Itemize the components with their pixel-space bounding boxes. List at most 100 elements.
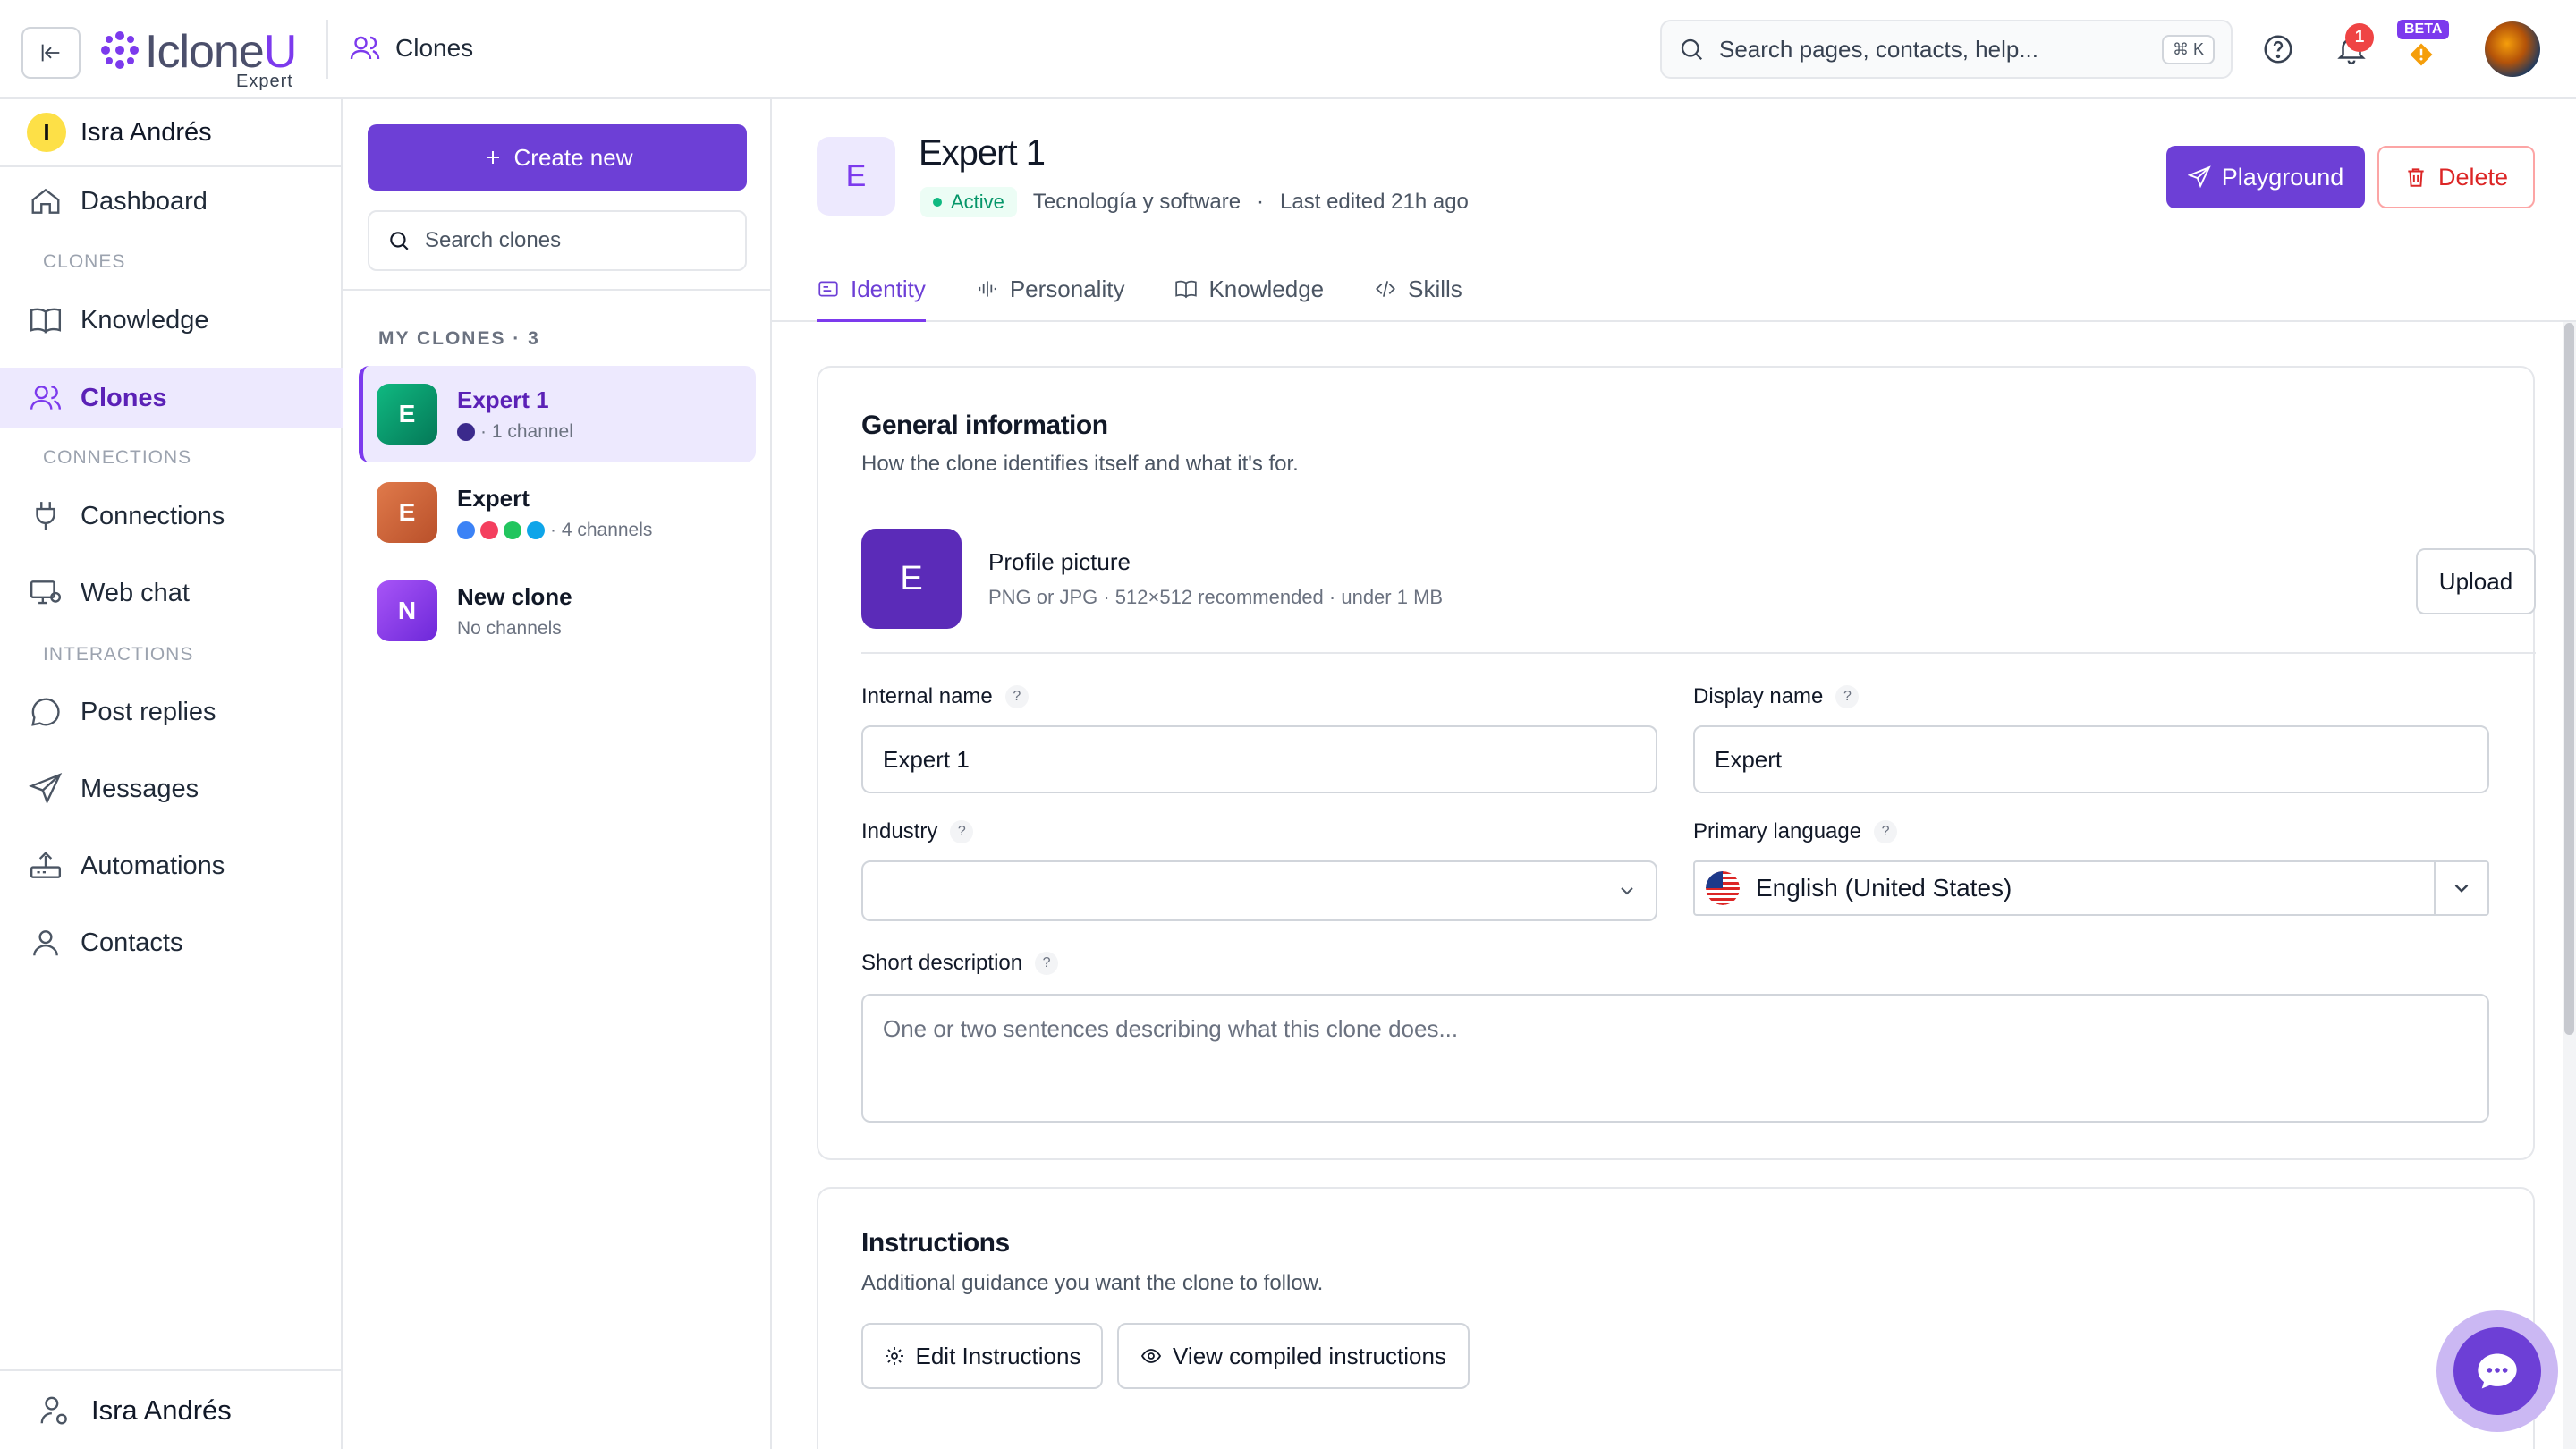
- waveform-icon: [979, 281, 996, 297]
- sidebar-item-clones[interactable]: Clones: [0, 368, 343, 428]
- upload-button[interactable]: Upload: [2416, 548, 2536, 614]
- sidebar-item-label: Web chat: [80, 578, 190, 607]
- channel-dot: [457, 422, 475, 441]
- logo-subtitle: Expert: [236, 72, 293, 91]
- help-tooltip-icon[interactable]: ?: [1035, 952, 1059, 975]
- general-info-card: General information How the clone identi…: [817, 366, 2536, 1160]
- tab-knowledge[interactable]: Knowledge: [1174, 257, 1324, 321]
- users-icon: [350, 36, 380, 60]
- sidebar-item-post-replies[interactable]: Post replies: [0, 682, 343, 742]
- sidebar-footer-name: Isra Andrés: [91, 1394, 232, 1426]
- beta-badge[interactable]: BETA: [2397, 20, 2450, 39]
- sidebar-footer-user[interactable]: Isra Andrés: [0, 1369, 343, 1449]
- send-icon: [2187, 165, 2211, 189]
- delete-button[interactable]: Delete: [2377, 146, 2535, 208]
- help-tooltip-icon[interactable]: ?: [1004, 685, 1029, 708]
- short-description-label: Short description ?: [861, 951, 1059, 976]
- profile-picture-avatar[interactable]: E: [861, 529, 962, 629]
- status-label: Active: [951, 191, 1004, 213]
- edit-instructions-label: Edit Instructions: [915, 1342, 1081, 1369]
- clone-avatar: E: [377, 384, 437, 445]
- sidebar-item-label: Messages: [80, 774, 199, 803]
- us-flag-icon: [1706, 871, 1740, 905]
- sidebar-item-label: Contacts: [80, 928, 183, 957]
- clone-avatar: E: [377, 482, 437, 543]
- nav-section-clones: CLONES: [43, 251, 126, 272]
- id-card-icon: [818, 281, 838, 297]
- user-avatar[interactable]: [2485, 21, 2540, 77]
- sidebar-item-dashboard[interactable]: Dashboard: [0, 171, 343, 232]
- channel-dot: [457, 521, 475, 539]
- clone-header-avatar: E: [817, 137, 895, 216]
- clone-name: Expert 1: [457, 386, 549, 413]
- edit-instructions-button[interactable]: Edit Instructions: [861, 1323, 1103, 1389]
- header-divider: [326, 20, 328, 79]
- help-tooltip-icon[interactable]: ?: [1874, 820, 1898, 843]
- field-label-text: Short description: [861, 951, 1023, 975]
- channel-dot: [504, 521, 521, 539]
- breadcrumb: Clones: [349, 32, 473, 64]
- help-button[interactable]: [2261, 32, 2295, 66]
- clone-name: Expert: [457, 484, 530, 512]
- chat-widget-button[interactable]: [2436, 1310, 2558, 1432]
- sidebar-item-connections[interactable]: Connections: [0, 486, 343, 547]
- create-new-button[interactable]: Create new: [368, 124, 747, 191]
- tab-personality[interactable]: Personality: [976, 257, 1125, 321]
- home-icon: [31, 188, 60, 214]
- internal-name-field[interactable]: Expert 1: [861, 725, 1657, 793]
- field-label-text: Primary language: [1693, 819, 1862, 843]
- scrollbar-thumb[interactable]: [2564, 323, 2574, 1035]
- clone-avatar: N: [377, 580, 437, 641]
- clone-list-item[interactable]: N New clone No channels: [359, 563, 756, 659]
- view-compiled-instructions-button[interactable]: View compiled instructions: [1117, 1323, 1470, 1389]
- last-edited-text: Last edited 21h ago: [1280, 190, 1469, 214]
- sidebar-item-automations[interactable]: Automations: [0, 835, 343, 896]
- delete-label: Delete: [2437, 163, 2509, 191]
- clone-list-item[interactable]: E Expert · 4 channels: [359, 464, 756, 561]
- sidebar-user-name: Isra Andrés: [80, 117, 212, 147]
- search-placeholder: Search pages, contacts, help...: [1719, 35, 2038, 63]
- collapse-sidebar-button[interactable]: [21, 27, 80, 79]
- logo-text: IcloneU: [145, 26, 297, 78]
- users-icon: [30, 386, 62, 410]
- clone-list-item[interactable]: E Expert 1 · 1 channel: [359, 366, 756, 462]
- trash-icon: [2408, 168, 2424, 187]
- industry-text: Tecnología y software: [1032, 190, 1241, 214]
- industry-select[interactable]: [861, 860, 1657, 921]
- playground-button[interactable]: Playground: [2166, 146, 2365, 208]
- clone-meta: No channels: [457, 618, 572, 640]
- display-name-field[interactable]: Expert: [1693, 725, 2489, 793]
- sidebar-item-knowledge[interactable]: Knowledge: [0, 290, 343, 351]
- sidebar-item-contacts[interactable]: Contacts: [0, 912, 343, 973]
- meta-separator: ·: [1257, 190, 1265, 214]
- clone-header: E Expert 1 Active Tecnología y software …: [772, 99, 2576, 322]
- primary-language-value: English (United States): [1756, 874, 2012, 902]
- notification-count-badge: 1: [2345, 23, 2374, 52]
- field-label-text: Display name: [1693, 684, 1824, 708]
- warning-icon: [2410, 43, 2433, 66]
- primary-language-select[interactable]: English (United States): [1693, 860, 2489, 916]
- short-description-textarea[interactable]: One or two sentences describing what thi…: [861, 994, 2489, 1123]
- chat-bubble-icon: [2478, 1353, 2517, 1389]
- tab-identity[interactable]: Identity: [817, 257, 926, 322]
- search-icon: [1681, 38, 1703, 61]
- field-label-text: Internal name: [861, 684, 993, 708]
- clone-search-placeholder: Search clones: [425, 228, 562, 252]
- language-dropdown-toggle[interactable]: [2434, 862, 2487, 914]
- sidebar-user[interactable]: I Isra Andrés: [0, 99, 343, 167]
- tab-label: Identity: [851, 275, 926, 302]
- tab-skills[interactable]: Skills: [1374, 257, 1462, 321]
- gear-icon: [885, 1347, 903, 1365]
- chevron-down-icon: [1621, 887, 1633, 895]
- status-dot: [933, 198, 942, 207]
- clone-search-input[interactable]: Search clones: [368, 210, 747, 271]
- tab-label: Personality: [1009, 275, 1125, 302]
- help-tooltip-icon[interactable]: ?: [1835, 685, 1860, 708]
- sidebar-item-messages[interactable]: Messages: [0, 758, 343, 819]
- help-tooltip-icon[interactable]: ?: [950, 820, 974, 843]
- global-search[interactable]: Search pages, contacts, help... ⌘ K: [1660, 20, 2233, 79]
- sidebar-item-label: Post replies: [80, 697, 216, 726]
- channel-dot: [480, 521, 498, 539]
- plus-icon: [486, 151, 499, 164]
- sidebar-item-web-chat[interactable]: Web chat: [0, 563, 343, 623]
